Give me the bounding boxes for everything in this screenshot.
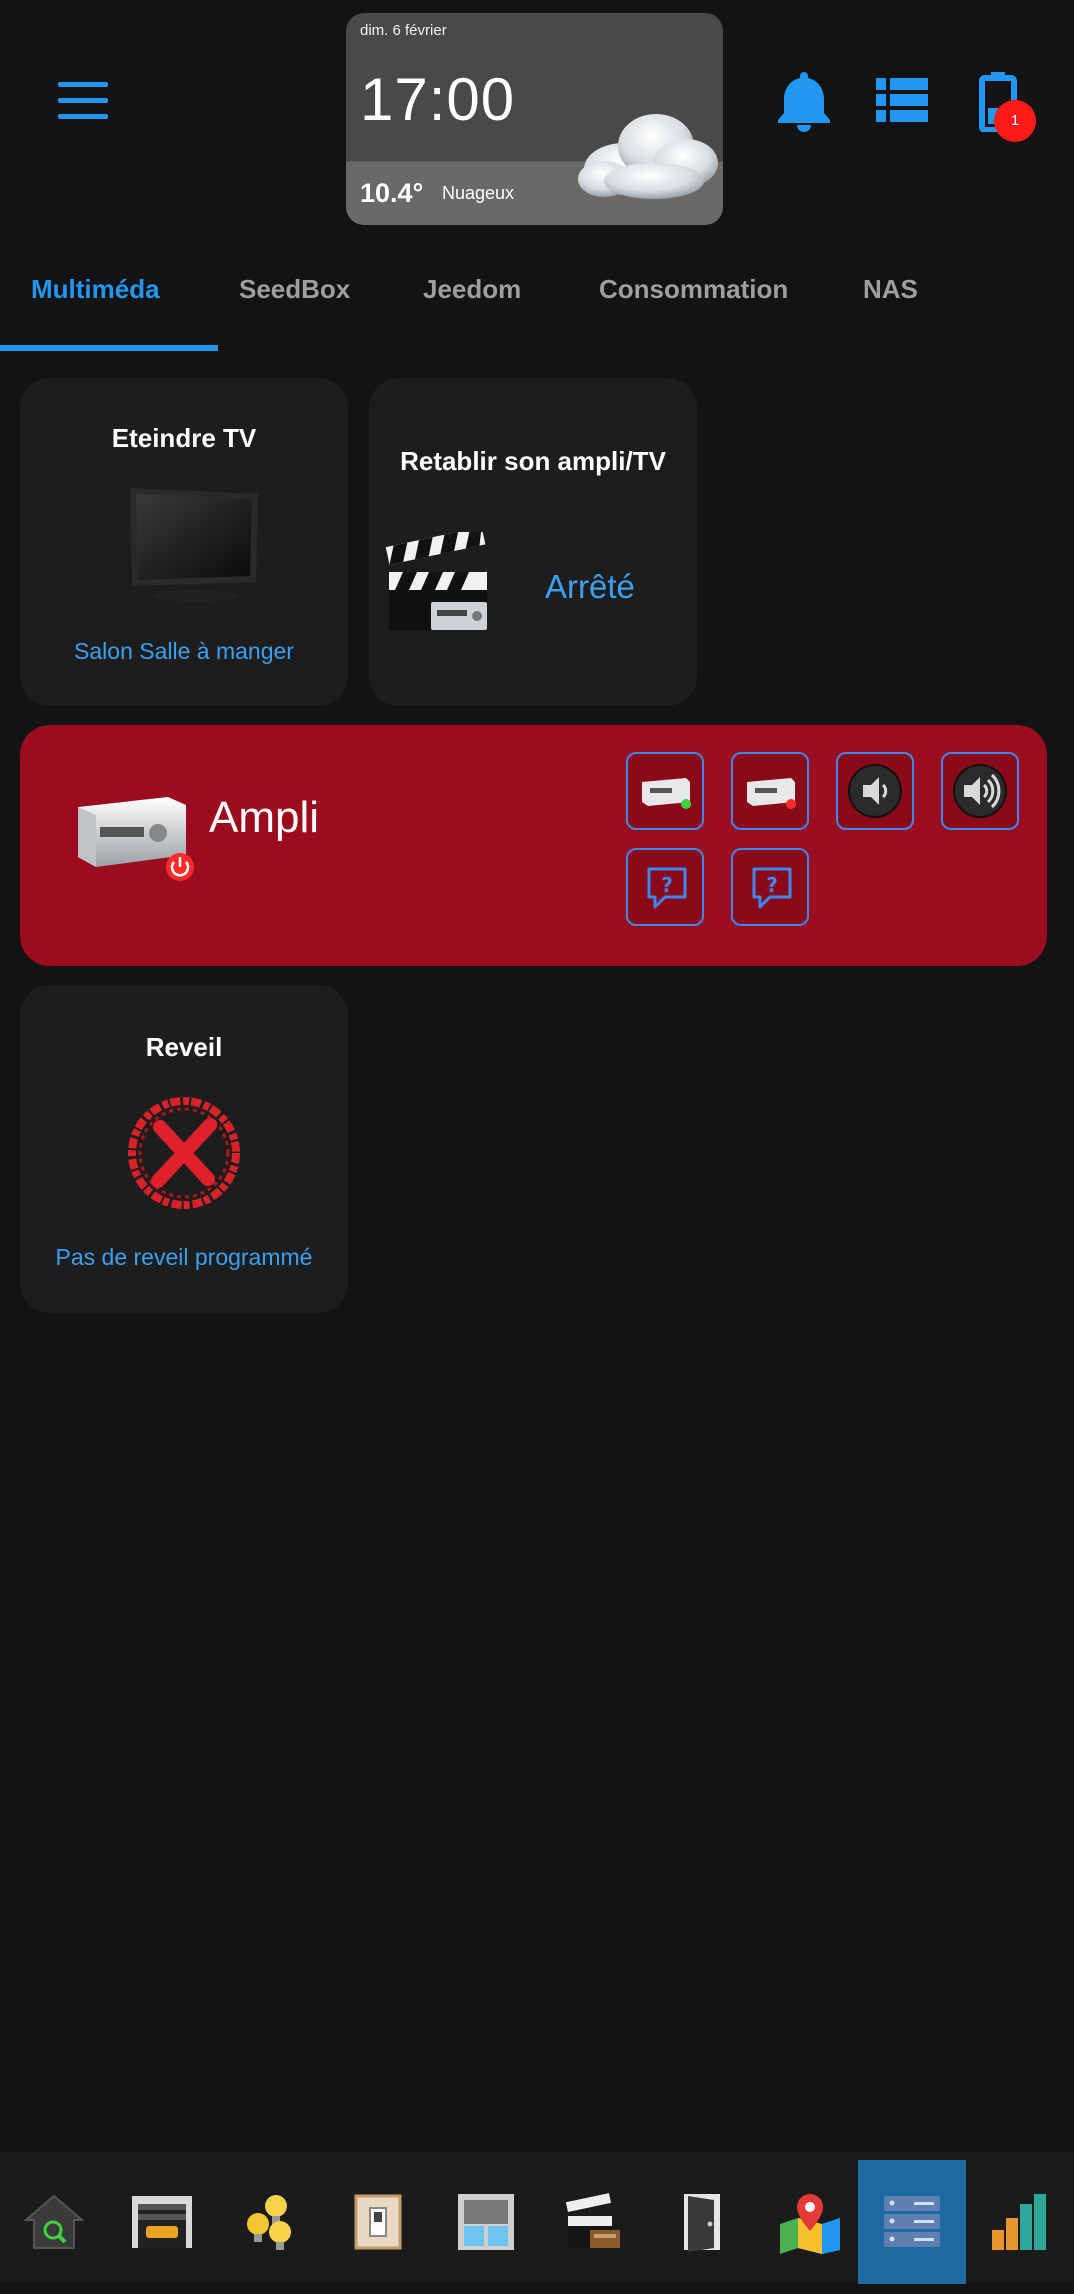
cloud-icon: [578, 114, 718, 199]
volume-up-icon: [953, 764, 1007, 818]
tab-seedbox[interactable]: SeedBox: [239, 274, 350, 305]
volume-down-button[interactable]: [836, 752, 914, 830]
restore-ampli-tv-card[interactable]: Retablir son ampli/TV Arrêté: [369, 378, 697, 706]
ampli-card: Ampli ? ?: [20, 725, 1047, 966]
nav-multimedia[interactable]: [540, 2160, 648, 2284]
light-bulbs-icon: [247, 2195, 291, 2250]
nav-switch[interactable]: [324, 2160, 432, 2284]
ampli-info-button-2[interactable]: ?: [731, 848, 809, 926]
volume-up-button[interactable]: [941, 752, 1019, 830]
notification-badge: 1: [994, 100, 1036, 142]
reveil-card-title: Reveil: [145, 1032, 223, 1062]
header: dim. 6 février 17:00 10.4° Nuageux 1: [0, 0, 1074, 240]
nav-charts[interactable]: [966, 2160, 1074, 2284]
nav-map[interactable]: [756, 2160, 864, 2284]
restore-card-title: Retablir son ampli/TV: [400, 446, 666, 476]
nav-server[interactable]: [858, 2160, 966, 2284]
bell-icon[interactable]: [776, 70, 832, 132]
tab-nas[interactable]: NAS: [863, 274, 918, 305]
question-icon: ?: [752, 867, 792, 909]
restore-card-status: Arrêté: [545, 568, 635, 605]
amplifier-power-icon[interactable]: [68, 789, 198, 889]
nav-lights[interactable]: [216, 2160, 324, 2284]
bar-chart-icon: [992, 2194, 1046, 2250]
bottom-navigation: [0, 2152, 1074, 2284]
tv-card-room: Salon Salle à manger: [74, 638, 294, 664]
ampli-off-button[interactable]: [731, 752, 809, 830]
nav-garage[interactable]: [108, 2160, 216, 2284]
nav-door[interactable]: [648, 2160, 756, 2284]
svg-text:?: ?: [661, 873, 673, 897]
tab-bar: Multiméda SeedBox Jeedom Consommation NA…: [0, 256, 1074, 352]
volume-down-icon: [848, 764, 902, 818]
list-icon[interactable]: [876, 78, 928, 122]
nav-home[interactable]: [0, 2160, 108, 2284]
amplifier-off-icon: [747, 778, 796, 809]
weather-widget[interactable]: dim. 6 février 17:00 10.4° Nuageux: [346, 13, 723, 225]
ampli-on-button[interactable]: [626, 752, 704, 830]
no-alarm-icon: [128, 1097, 240, 1209]
door-icon: [684, 2194, 720, 2252]
tv-card-title: Eteindre TV: [111, 423, 257, 453]
map-icon: [780, 2194, 840, 2254]
weather-date: dim. 6 février: [360, 22, 447, 39]
weather-condition: Nuageux: [442, 183, 515, 203]
switch-icon: [354, 2194, 402, 2250]
server-icon: [884, 2196, 940, 2247]
reveil-card[interactable]: Reveil Pas de reveil programmé: [20, 985, 348, 1313]
active-tab-indicator: [0, 345, 218, 351]
home-search-icon: [23, 2194, 85, 2249]
tab-jeedom[interactable]: Jeedom: [423, 274, 521, 305]
garage-icon: [132, 2196, 192, 2248]
clapperboard-icon: [385, 532, 487, 630]
svg-text:?: ?: [766, 873, 778, 897]
weather-temperature: 10.4°: [360, 178, 424, 208]
tab-consommation[interactable]: Consommation: [599, 274, 788, 305]
weather-time: 17:00: [360, 66, 516, 133]
nav-shutters[interactable]: [432, 2160, 540, 2284]
window-shutter-icon: [458, 2194, 514, 2250]
question-icon: ?: [647, 867, 687, 909]
amplifier-on-icon: [642, 778, 691, 809]
ampli-info-button-1[interactable]: ?: [626, 848, 704, 926]
tv-card[interactable]: Eteindre TV Salon Salle à manger: [20, 378, 348, 706]
menu-icon[interactable]: [58, 82, 108, 120]
ampli-title: Ampli: [209, 793, 320, 842]
multimedia-icon: [565, 2193, 620, 2248]
reveil-card-status: Pas de reveil programmé: [55, 1244, 313, 1270]
tv-icon: [130, 488, 258, 602]
tab-multimedia[interactable]: Multiméda: [31, 274, 160, 305]
